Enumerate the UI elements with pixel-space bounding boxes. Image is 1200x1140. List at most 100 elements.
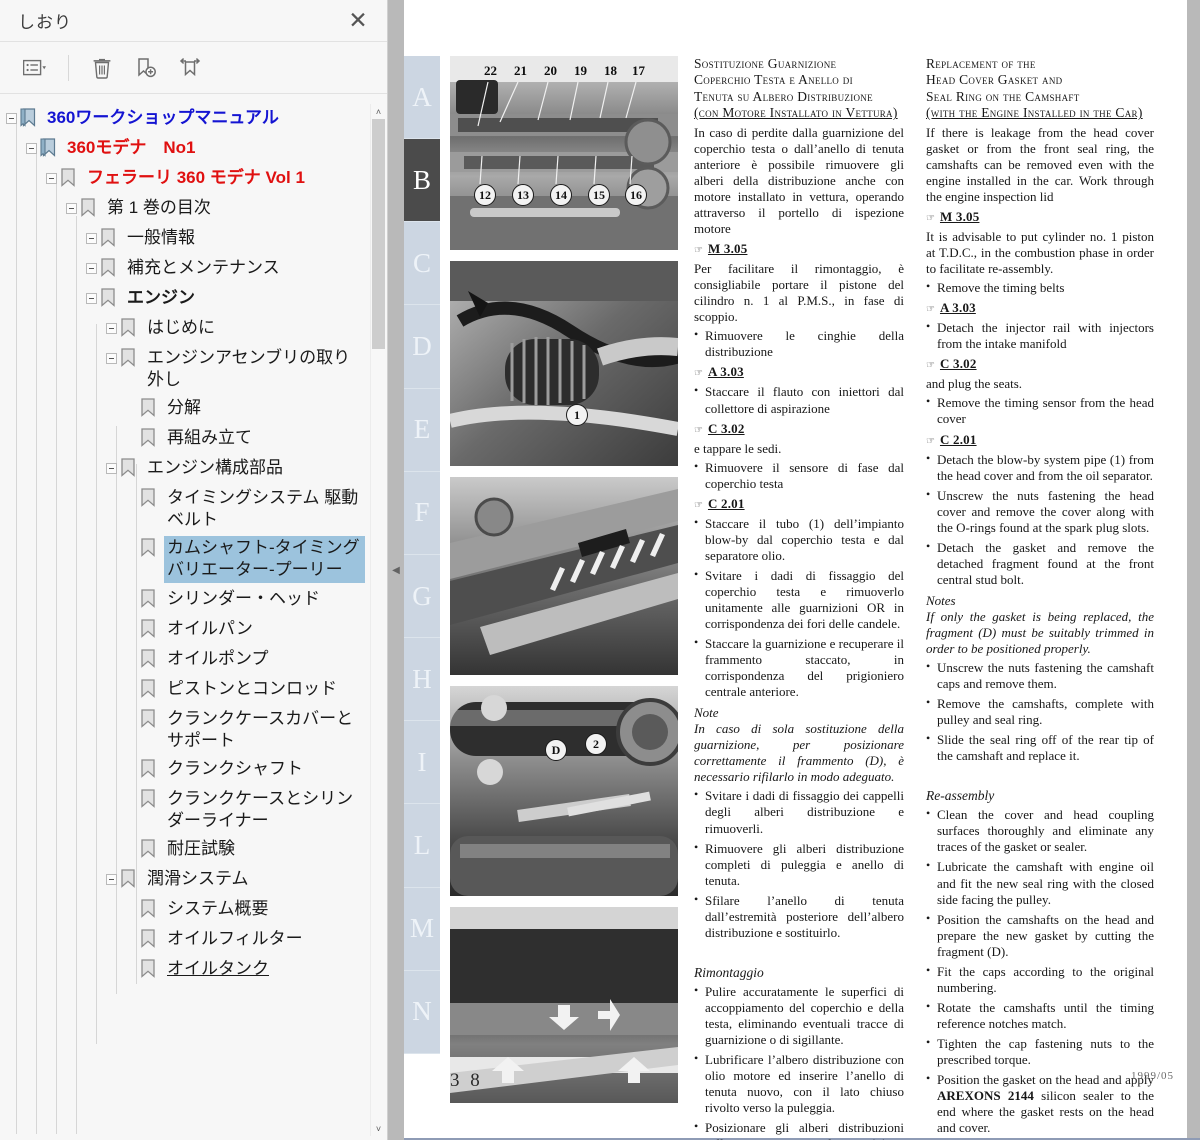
section-letter-b[interactable]: B — [404, 139, 440, 223]
bookmark-item[interactable]: 一般情報 — [0, 224, 365, 254]
pointer-icon: ☞ — [694, 499, 703, 511]
bookmark-icon — [140, 398, 160, 422]
bookmark-label[interactable]: オイルフィルター — [164, 927, 306, 951]
bookmarks-tree[interactable]: 360ワークショップマニュアル 360モデナ No1 フェラーリ 360 モデナ… — [0, 94, 387, 1140]
expand-collapse-toggle[interactable] — [46, 173, 57, 184]
bookmarks-scrollbar[interactable]: ˄ ˅ — [370, 104, 385, 1136]
collapse-panel-handle[interactable]: ◀ — [392, 565, 400, 576]
bookmark-label[interactable]: オイルタンク — [164, 957, 272, 981]
bookmark-item[interactable]: カムシャフト-タイミングバリエーター-プーリー — [0, 534, 365, 584]
cross-reference: ☞ A 3.03 — [926, 300, 1154, 316]
options-list-icon[interactable] — [16, 51, 54, 85]
bookmark-item[interactable]: オイルフィルター — [0, 925, 365, 955]
bookmark-label[interactable]: 再組み立て — [164, 426, 255, 450]
section-letter-e[interactable]: E — [404, 389, 440, 472]
bookmark-label[interactable]: 耐圧試験 — [164, 837, 238, 861]
bookmark-item[interactable]: オイルタンク — [0, 955, 365, 985]
section-letter-index[interactable]: ABCDEFGHILMN — [404, 56, 440, 1054]
section-letter-l[interactable]: L — [404, 804, 440, 888]
scrollbar-track[interactable] — [371, 119, 386, 1121]
expand-bookmarks-icon[interactable] — [171, 51, 209, 85]
section-letter-c[interactable]: C — [404, 222, 440, 306]
bookmark-label[interactable]: エンジンアセンブリの取り外し — [144, 346, 365, 392]
bookmark-item[interactable]: オイルパン — [0, 615, 365, 645]
bookmark-label[interactable]: システム概要 — [164, 897, 272, 921]
bookmark-item[interactable]: 360ワークショップマニュアル — [0, 104, 365, 134]
section-letter-g[interactable]: G — [404, 555, 440, 639]
section-letter-m[interactable]: M — [404, 888, 440, 971]
bookmark-item[interactable]: クランクシャフト — [0, 755, 365, 785]
bookmark-label[interactable]: クランクシャフト — [164, 757, 306, 781]
bookmark-icon — [140, 428, 160, 452]
expand-collapse-toggle[interactable] — [106, 873, 117, 885]
section-letter-d[interactable]: D — [404, 305, 440, 389]
bookmark-item[interactable]: オイルポンプ — [0, 645, 365, 675]
section-letter-n[interactable]: N — [404, 971, 440, 1054]
bookmark-label[interactable]: 分解 — [164, 396, 204, 420]
bookmark-label[interactable]: 潤滑システム — [144, 867, 252, 891]
delete-bookmark-icon[interactable] — [83, 51, 121, 85]
new-bookmark-icon[interactable] — [127, 51, 165, 85]
expand-collapse-toggle[interactable] — [106, 323, 117, 334]
bookmark-label[interactable]: 360モデナ No1 — [64, 136, 198, 160]
bookmark-label[interactable]: フェラーリ 360 モデナ Vol 1 — [84, 166, 308, 190]
bookmark-label[interactable]: 補充とメンテナンス — [124, 256, 283, 280]
bookmark-item[interactable]: ピストンとコンロッド — [0, 675, 365, 705]
expand-collapse-toggle[interactable] — [86, 233, 97, 244]
bookmark-label[interactable]: エンジン — [124, 286, 198, 310]
expand-collapse-toggle[interactable] — [86, 263, 97, 274]
bookmark-label[interactable]: シリンダー・ヘッド — [164, 587, 323, 611]
bookmark-label[interactable]: はじめに — [144, 316, 218, 340]
expand-collapse-toggle[interactable] — [86, 293, 97, 304]
bookmark-label[interactable]: オイルパン — [164, 617, 256, 641]
bookmark-item[interactable]: エンジンアセンブリの取り外し — [0, 344, 365, 394]
bookmark-item[interactable]: 補充とメンテナンス — [0, 254, 365, 284]
expand-collapse-toggle[interactable] — [106, 463, 117, 475]
section-letter-a[interactable]: A — [404, 56, 440, 140]
bookmark-item[interactable]: 再組み立て — [0, 424, 365, 454]
bookmark-label[interactable]: 第 1 巻の目次 — [104, 196, 214, 220]
step-item: Detach the injector rail with injectors … — [926, 319, 1154, 352]
expand-collapse-toggle[interactable] — [66, 203, 77, 214]
bookmark-label[interactable]: 一般情報 — [124, 226, 198, 250]
bookmark-item[interactable]: 分解 — [0, 394, 365, 424]
bookmark-item[interactable]: クランクケースカバーとサポート — [0, 705, 365, 755]
scroll-up-arrow[interactable]: ˄ — [371, 104, 386, 119]
bookmark-item[interactable]: はじめに — [0, 314, 365, 344]
bookmark-item[interactable]: 360モデナ No1 — [0, 134, 365, 164]
bookmark-item[interactable]: システム概要 — [0, 895, 365, 925]
bookmark-item[interactable]: 耐圧試験 — [0, 835, 365, 865]
section-letter-i[interactable]: I — [404, 721, 440, 805]
bookmark-item[interactable]: エンジン — [0, 284, 365, 314]
scrollbar-thumb[interactable] — [372, 119, 385, 349]
bookmark-item[interactable]: タイミングシステム 駆動ベルト — [0, 484, 365, 534]
bookmark-label[interactable]: クランクケースカバーとサポート — [164, 707, 365, 753]
close-icon[interactable]: ✕ — [343, 6, 373, 36]
bookmark-label[interactable]: クランクケースとシリンダーライナー — [164, 787, 365, 833]
bookmark-icon — [140, 538, 160, 562]
scroll-down-arrow[interactable]: ˅ — [371, 1121, 386, 1136]
bookmark-label[interactable]: エンジン構成部品 — [144, 456, 286, 480]
bookmark-label[interactable]: ピストンとコンロッド — [164, 677, 340, 701]
step-item: Staccare la guarnizione e recuperare il … — [694, 635, 904, 700]
bookmark-item[interactable]: シリンダー・ヘッド — [0, 585, 365, 615]
bookmark-item[interactable]: エンジン構成部品 — [0, 454, 365, 484]
bookmark-label[interactable]: タイミングシステム 駆動ベルト — [164, 486, 365, 532]
bookmark-label[interactable]: 360ワークショップマニュアル — [44, 106, 282, 130]
document-viewport[interactable]: ABCDEFGHILMN 22 21 20 19 18 17 12 13 14 … — [404, 0, 1200, 1140]
bookmark-item[interactable]: クランクケースとシリンダーライナー — [0, 785, 365, 835]
bookmark-item[interactable]: フェラーリ 360 モデナ Vol 1 — [0, 164, 365, 194]
bookmark-item[interactable]: 潤滑システム — [0, 865, 365, 895]
section-letter-h[interactable]: H — [404, 638, 440, 722]
section-letter-f[interactable]: F — [404, 472, 440, 555]
bookmark-item[interactable]: 第 1 巻の目次 — [0, 194, 365, 224]
expand-collapse-toggle[interactable] — [26, 143, 37, 154]
expand-collapse-toggle[interactable] — [6, 113, 17, 124]
bookmark-label[interactable]: カムシャフト-タイミングバリエーター-プーリー — [164, 536, 365, 583]
figure-number: 18 — [604, 63, 617, 78]
english-steps-4: Detach the blow-by system pipe (1) from … — [926, 451, 1154, 588]
bookmark-label[interactable]: オイルポンプ — [164, 647, 272, 671]
panel-splitter[interactable]: ◀ — [388, 0, 404, 1140]
italian-text-column: Sostituzione Guarnizione Coperchio Testa… — [678, 56, 912, 1140]
expand-collapse-toggle[interactable] — [106, 353, 117, 364]
